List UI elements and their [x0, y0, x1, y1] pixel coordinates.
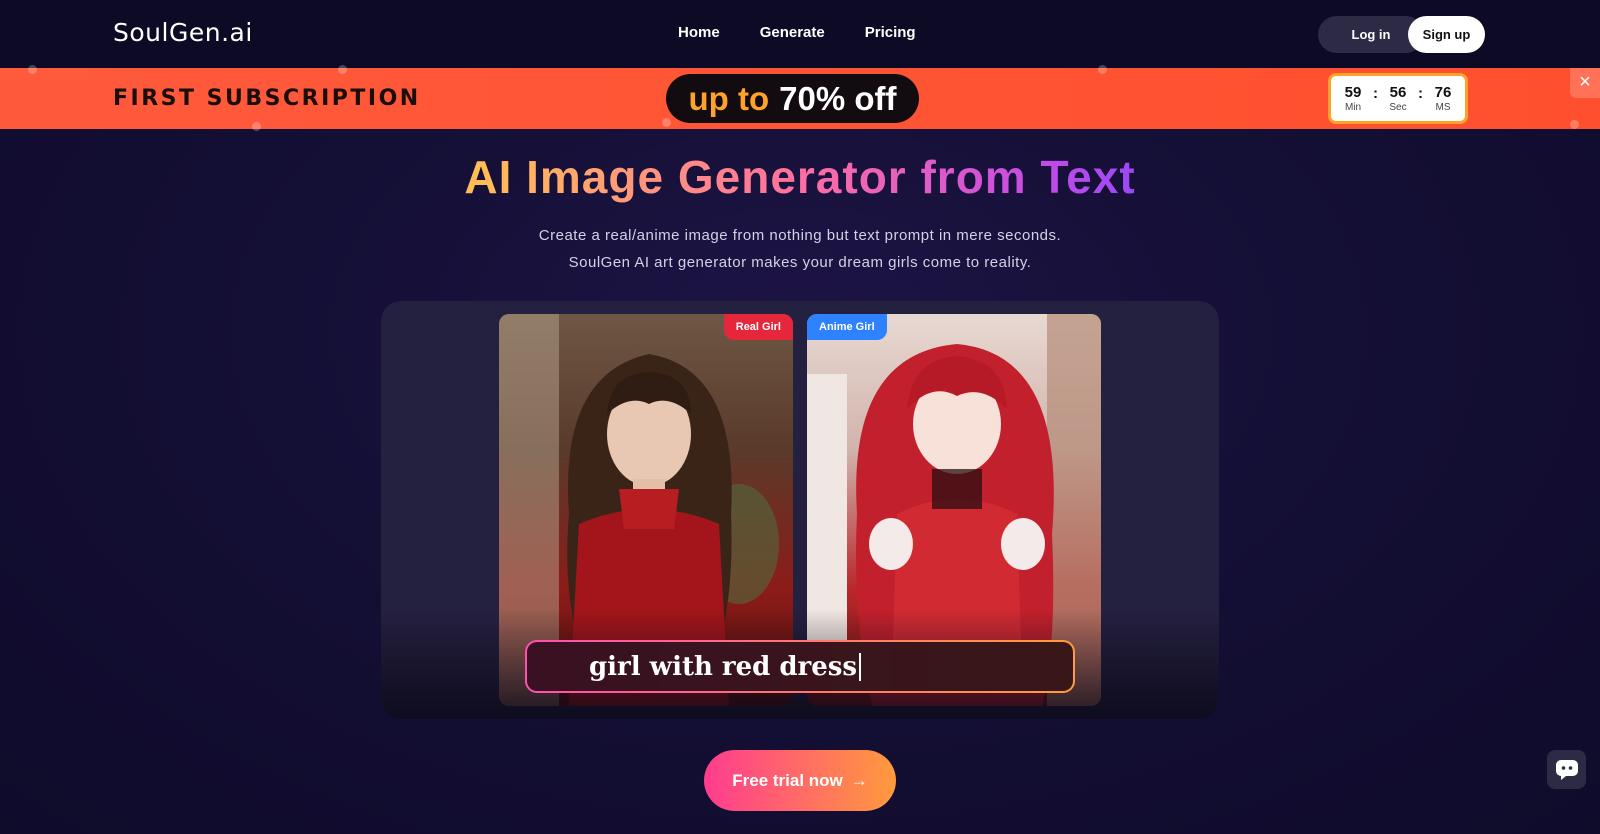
subtitle-line: Create a real/anime image from nothing b… — [538, 227, 1062, 244]
timer-ms-label: MS — [1435, 101, 1451, 113]
timer-minutes: 59 Min — [1337, 84, 1369, 114]
nav-home[interactable]: Home — [678, 24, 720, 41]
timer-separator: : — [1373, 85, 1378, 102]
logo-suffix: .ai — [221, 18, 253, 47]
prompt-input[interactable]: girl with red dress — [525, 640, 1075, 693]
free-trial-label: Free trial now — [732, 770, 843, 790]
showcase-panel: Real Girl Anime Girl girl with red dress — [381, 301, 1219, 719]
anime-girl-badge: Anime Girl — [807, 314, 887, 340]
real-girl-badge: Real Girl — [723, 314, 793, 340]
discount-pill: up to 70% off — [666, 74, 919, 123]
chat-bot-icon — [1555, 759, 1578, 780]
close-icon[interactable]: × — [1570, 68, 1600, 98]
page-title: AI Image Generator from Text — [0, 150, 1600, 204]
timer-ms-value: 76 — [1434, 83, 1452, 101]
text-caret — [859, 652, 862, 681]
timer-seconds-label: Sec — [1389, 101, 1407, 113]
discount-amount: 70% off — [779, 79, 897, 117]
countdown-timer: 59 Min : 56 Sec : 76 MS — [1328, 73, 1468, 124]
nav-generate[interactable]: Generate — [760, 24, 825, 41]
prompt-text: girl with red dress — [589, 651, 858, 682]
timer-separator: : — [1418, 85, 1423, 102]
logo[interactable]: SoulGen.ai — [113, 18, 253, 47]
promo-banner[interactable]: FIRST SUBSCRIPTION up to 70% off 59 Min … — [0, 65, 1600, 131]
discount-prefix: up to — [688, 79, 770, 117]
nav-pricing[interactable]: Pricing — [865, 24, 916, 41]
signup-button[interactable]: Sign up — [1408, 16, 1485, 53]
prompt-input-inner: girl with red dress — [527, 642, 1073, 691]
subtitle-line: SoulGen AI art generator makes your drea… — [568, 254, 1032, 271]
promo-title: FIRST SUBSCRIPTION — [113, 86, 421, 111]
timer-ms: 76 MS — [1427, 84, 1459, 114]
timer-seconds: 56 Sec — [1382, 84, 1414, 114]
free-trial-button[interactable]: Free trial now → — [704, 750, 896, 811]
hero-subtitle: Create a real/anime image from nothing b… — [0, 222, 1600, 276]
logo-main: SoulGen — [113, 18, 222, 47]
timer-seconds-value: 56 — [1389, 83, 1407, 101]
chat-widget-button[interactable] — [1547, 750, 1586, 789]
timer-minutes-label: Min — [1344, 101, 1362, 113]
timer-minutes-value: 59 — [1344, 83, 1362, 101]
top-navbar: SoulGen.ai Home Generate Pricing Log in … — [0, 0, 1600, 68]
main-nav: Home Generate Pricing — [678, 24, 916, 41]
arrow-right-icon: → — [850, 770, 868, 790]
